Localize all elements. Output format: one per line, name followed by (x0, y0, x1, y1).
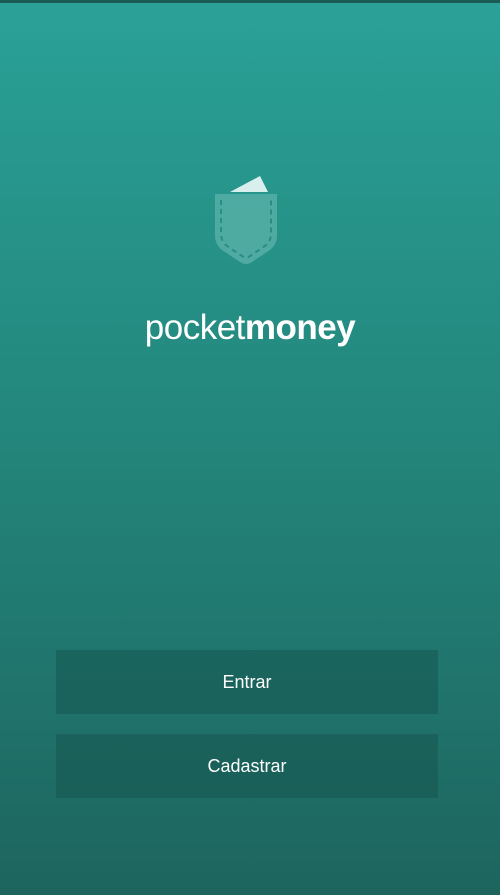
login-button[interactable]: Entrar (56, 650, 438, 714)
pocket-wallet-icon (212, 174, 280, 266)
signup-button-label: Cadastrar (207, 755, 287, 776)
signup-button[interactable]: Cadastrar (56, 734, 438, 798)
brand-name-bold: money (244, 308, 356, 347)
brand-name-light: pocket (144, 308, 246, 347)
login-button-label: Entrar (222, 671, 272, 692)
app-logo-wordmark: pocketmoney (0, 306, 500, 350)
welcome-screen: pocketmoney Entrar Cadastrar (0, 0, 500, 895)
status-bar-strip (0, 0, 500, 3)
